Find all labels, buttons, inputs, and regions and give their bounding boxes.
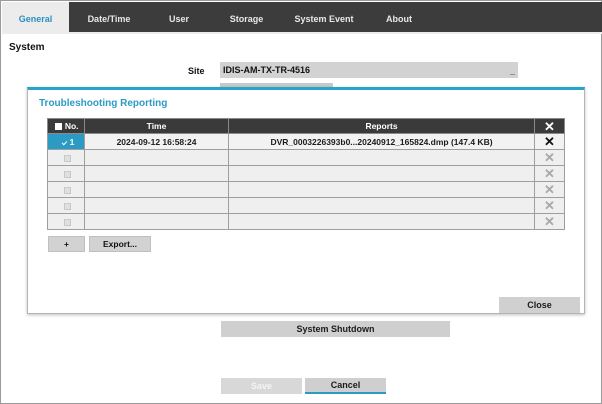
row-delete: ✕ — [534, 149, 565, 166]
table-row[interactable]: 1 2024-09-12 16:58:24 DVR_0003226393b0..… — [47, 133, 565, 150]
row-checkbox[interactable] — [63, 186, 71, 194]
tab-date-time[interactable]: Date/Time — [69, 2, 149, 34]
row-time — [84, 197, 229, 214]
row-select-cell[interactable]: 1 — [47, 133, 85, 150]
export-button[interactable]: Export... — [89, 236, 151, 252]
tab-general[interactable]: General — [2, 2, 69, 34]
row-time — [84, 181, 229, 198]
row-report: DVR_0003226393b0...20240912_165824.dmp (… — [228, 133, 535, 150]
row-delete: ✕ — [534, 181, 565, 198]
row-report — [228, 165, 535, 182]
row-checkbox[interactable] — [63, 202, 71, 210]
row-checkbox[interactable] — [59, 138, 67, 146]
close-icon: ✕ — [544, 198, 555, 213]
text-cursor: _ — [510, 66, 516, 76]
row-time: 2024-09-12 16:58:24 — [84, 133, 229, 150]
settings-window: General Date/Time User Storage System Ev… — [0, 0, 602, 404]
row-delete: ✕ — [534, 213, 565, 230]
row-report — [228, 181, 535, 198]
header-no-label: No. — [64, 121, 79, 131]
select-all-checkbox[interactable] — [55, 123, 63, 131]
row-report — [228, 197, 535, 214]
tab-storage[interactable]: Storage — [209, 2, 284, 34]
row-time — [84, 149, 229, 166]
row-select-cell[interactable] — [47, 149, 85, 166]
close-icon: ✕ — [544, 182, 555, 197]
table-row: ✕ — [47, 181, 565, 198]
row-report — [228, 213, 535, 230]
row-select-cell[interactable] — [47, 197, 85, 214]
dialog-title: Troubleshooting Reporting — [39, 98, 168, 109]
tab-system-event[interactable]: System Event — [284, 2, 364, 34]
row-select-cell[interactable] — [47, 181, 85, 198]
row-select-cell[interactable] — [47, 213, 85, 230]
close-icon[interactable]: ✕ — [544, 135, 555, 148]
section-title: System — [9, 42, 45, 53]
table-row: ✕ — [47, 197, 565, 214]
row-time — [84, 213, 229, 230]
troubleshooting-dialog: Troubleshooting Reporting No. Time Repor… — [27, 87, 585, 314]
row-delete: ✕ — [534, 197, 565, 214]
add-button[interactable]: + — [48, 236, 85, 252]
close-icon: ✕ — [544, 150, 555, 165]
close-icon: ✕ — [544, 214, 555, 229]
row-checkbox[interactable] — [63, 218, 71, 226]
header-reports: Reports — [228, 118, 535, 134]
site-input[interactable] — [220, 62, 518, 78]
row-delete: ✕ — [534, 165, 565, 182]
row-select-cell[interactable] — [47, 165, 85, 182]
table-row: ✕ — [47, 149, 565, 166]
row-delete[interactable]: ✕ — [534, 133, 565, 150]
row-report — [228, 149, 535, 166]
header-delete-all[interactable]: ✕ — [534, 118, 565, 134]
close-icon: ✕ — [544, 166, 555, 181]
table-row: ✕ — [47, 165, 565, 182]
row-time — [84, 165, 229, 182]
header-time: Time — [84, 118, 229, 134]
save-button: Save — [221, 378, 302, 394]
site-label: Site — [188, 66, 205, 76]
tab-bar: General Date/Time User Storage System Ev… — [2, 2, 602, 34]
system-shutdown-button[interactable]: System Shutdown — [221, 321, 450, 337]
close-icon[interactable]: ✕ — [544, 120, 555, 133]
row-checkbox[interactable] — [63, 170, 71, 178]
header-no[interactable]: No. — [47, 118, 85, 134]
tab-user[interactable]: User — [149, 2, 209, 34]
close-button[interactable]: Close — [499, 297, 580, 313]
tab-about[interactable]: About — [364, 2, 434, 34]
reports-table: No. Time Reports ✕ 1 2024-09-12 16:58:24… — [47, 118, 565, 230]
row-number: 1 — [69, 136, 75, 147]
table-row: ✕ — [47, 213, 565, 230]
table-header-row: No. Time Reports ✕ — [47, 118, 565, 134]
cancel-button[interactable]: Cancel — [305, 378, 386, 394]
row-checkbox[interactable] — [63, 154, 71, 162]
tab-underline — [2, 32, 602, 34]
